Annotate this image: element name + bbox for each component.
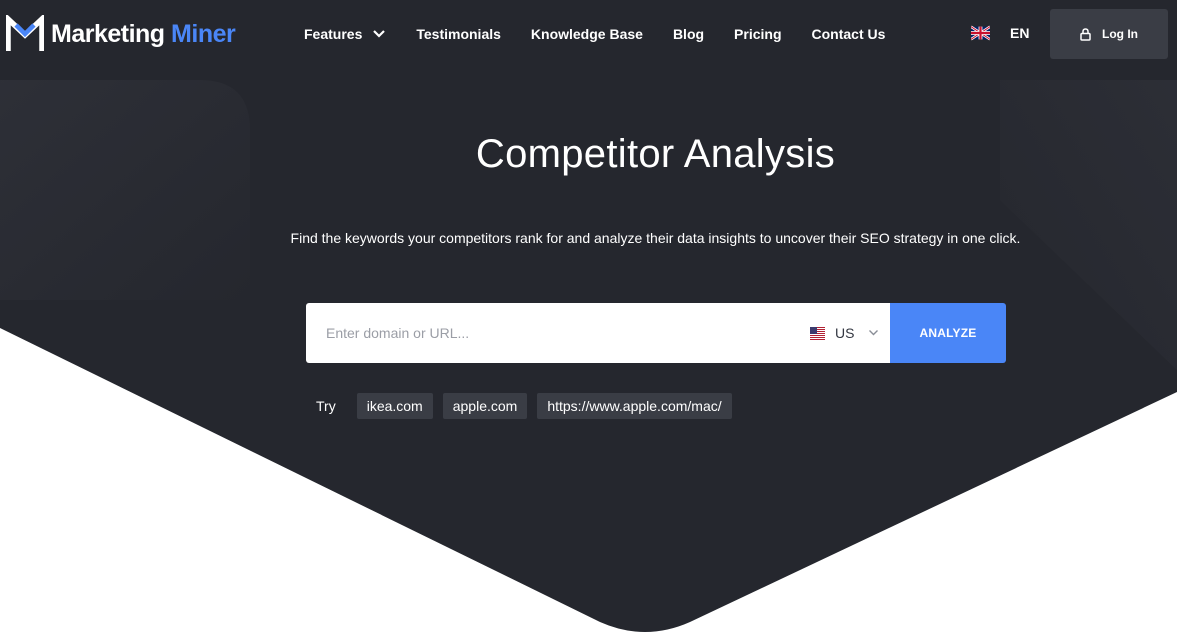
nav-item-pricing-label: Pricing <box>734 26 782 42</box>
login-label: Log In <box>1102 27 1138 41</box>
example-chip-apple[interactable]: apple.com <box>442 393 528 419</box>
nav-item-features[interactable]: Features <box>304 26 386 42</box>
page-title: Competitor Analysis <box>475 132 836 176</box>
analyze-button[interactable]: ANALYZE <box>890 303 1006 363</box>
language-switcher[interactable]: EN <box>971 25 1029 41</box>
nav-item-pricing[interactable]: Pricing <box>734 26 781 42</box>
logo-text-miner: Miner <box>171 19 236 48</box>
search-bar: US ANALYZE <box>306 303 1006 363</box>
nav-item-contact-us-label: Contact Us <box>811 26 886 42</box>
language-code: EN <box>1010 25 1030 41</box>
domain-input[interactable] <box>306 303 798 363</box>
mm-logo-icon <box>6 15 44 51</box>
nav-item-knowledge-base-label: Knowledge Base <box>530 26 643 42</box>
country-code: US <box>835 325 855 341</box>
login-button[interactable]: Log In <box>1050 9 1168 59</box>
chevron-down-icon <box>373 30 386 38</box>
example-chip-apple-mac[interactable]: https://www.apple.com/mac/ <box>537 393 732 419</box>
logo-text: Marketing Miner <box>51 19 236 49</box>
chevron-down-icon <box>869 330 879 336</box>
navbar: Marketing Miner Features Testimonials Kn… <box>0 0 1177 68</box>
logo-text-marketing: Marketing <box>51 19 165 48</box>
nav-item-blog-label: Blog <box>672 26 705 42</box>
search-field: US <box>306 303 890 363</box>
hero-subtitle: Find the keywords your competitors rank … <box>290 230 1021 246</box>
us-flag-icon <box>810 326 825 340</box>
nav-item-contact-us[interactable]: Contact Us <box>812 26 886 42</box>
main-nav: Features Testimonials Knowledge Base Blo… <box>304 24 915 44</box>
logo[interactable]: Marketing Miner <box>6 14 236 54</box>
lock-icon <box>1080 27 1091 41</box>
try-label: Try <box>316 398 336 414</box>
try-examples: Try ikea.com apple.com https://www.apple… <box>316 393 742 419</box>
example-chip-ikea[interactable]: ikea.com <box>356 393 433 419</box>
nav-item-features-label: Features <box>304 26 363 42</box>
nav-item-testimonials-label: Testimonials <box>416 26 501 42</box>
country-select[interactable]: US <box>810 303 879 363</box>
nav-item-knowledge-base[interactable]: Knowledge Base <box>531 26 643 42</box>
nav-item-testimonials[interactable]: Testimonials <box>416 26 501 42</box>
uk-flag-icon <box>971 25 990 41</box>
nav-item-blog[interactable]: Blog <box>673 26 704 42</box>
